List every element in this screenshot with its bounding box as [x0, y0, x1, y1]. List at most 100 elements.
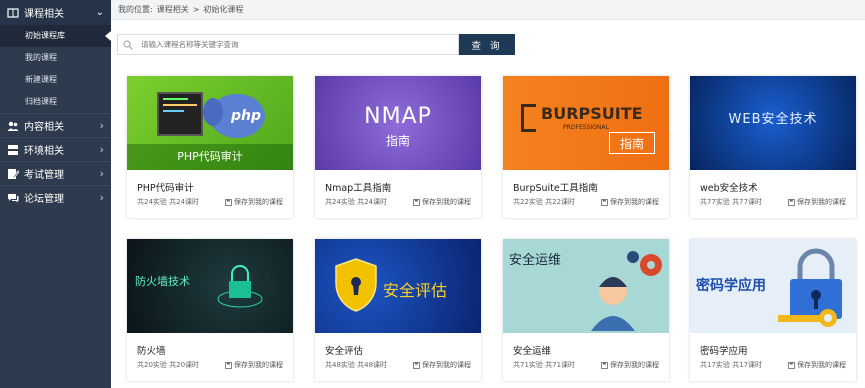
thumbnail-smallcaption: PROFESSIONAL	[563, 124, 609, 131]
sidebar: 课程相关 ⌄ 初始课程库 我的课程 新建课程 归档课程 内容相关 › 环境相关 …	[0, 0, 111, 388]
course-card-nmap[interactable]: NMAP 指南 Nmap工具指南 共24实验 共24课时 保存到我的课程	[315, 76, 481, 218]
save-label: 保存到我的课程	[234, 198, 283, 206]
course-title[interactable]: 密码学应用	[700, 343, 748, 357]
course-card-security-ops[interactable]: 安全运维 安全运维 共71实验 共71课时 保存到我的课程	[503, 239, 669, 381]
sidebar-item-label: 考试管理	[24, 170, 64, 181]
monitor-icon	[157, 92, 203, 136]
course-meta: 共17实验 共17课时	[700, 361, 763, 369]
thumbnail-caption: 密码学应用	[696, 278, 766, 294]
course-card-firewall[interactable]: 防火墙技术 防火墙 共20实验 共20课时 保存到我的课程	[127, 239, 293, 381]
course-title[interactable]: 安全评估	[325, 343, 363, 357]
book-icon	[7, 7, 19, 19]
course-thumbnail: php PHP代码审计	[127, 76, 293, 170]
thumbnail-subcaption: 指南	[609, 132, 655, 154]
save-label: 保存到我的课程	[610, 198, 659, 206]
course-thumbnail: 安全评估	[315, 239, 481, 333]
elephant-icon: php	[203, 94, 265, 138]
course-meta: 共24实验 共24课时	[137, 198, 200, 206]
sidebar-section-courses[interactable]: 课程相关 ⌄	[0, 0, 111, 25]
sidebar-item-my-courses[interactable]: 我的课程	[0, 47, 111, 69]
save-label: 保存到我的课程	[422, 361, 471, 369]
save-label: 保存到我的课程	[234, 361, 283, 369]
course-card-php[interactable]: php PHP代码审计 PHP代码审计 共24实验 共24课时 保存到我的课程	[127, 76, 293, 218]
course-card-security-assessment[interactable]: 安全评估 安全评估 共48实验 共48课时 保存到我的课程	[315, 239, 481, 381]
sidebar-item-label: 内容相关	[24, 122, 64, 133]
sidebar-item-archived[interactable]: 归档课程	[0, 91, 111, 113]
course-card-web-security[interactable]: WEB安全技术 web安全技术 共77实验 共77课时 保存到我的课程	[690, 76, 856, 218]
save-to-my-courses-link[interactable]: 保存到我的课程	[788, 360, 846, 370]
course-thumbnail: NMAP 指南	[315, 76, 481, 170]
chevron-down-icon: ⌄	[95, 7, 104, 18]
save-to-my-courses-link[interactable]: 保存到我的课程	[225, 360, 283, 370]
search-input[interactable]	[139, 39, 458, 50]
course-title[interactable]: 防火墙	[137, 343, 166, 357]
save-to-my-courses-link[interactable]: 保存到我的课程	[225, 197, 283, 207]
course-title[interactable]: PHP代码审计	[137, 180, 194, 194]
sidebar-item-content[interactable]: 内容相关 ›	[0, 113, 111, 137]
course-meta: 共20实验 共20课时	[137, 361, 200, 369]
sidebar-item-exam[interactable]: 考试管理 ›	[0, 161, 111, 185]
course-meta: 共71实验 共71课时	[513, 361, 576, 369]
burp-logo-icon	[521, 104, 536, 132]
breadcrumb-link-courses[interactable]: 课程相关	[157, 4, 189, 15]
breadcrumb-separator: >	[192, 5, 200, 14]
breadcrumb: 我的位置: 课程相关 > 初始化课程	[111, 0, 865, 20]
course-title[interactable]: BurpSuite工具指南	[513, 180, 598, 194]
course-thumbnail: 安全运维	[503, 239, 669, 333]
chevron-right-icon: ›	[99, 119, 104, 132]
svg-text:php: php	[230, 108, 261, 124]
save-icon	[225, 361, 232, 369]
course-title[interactable]: 安全运维	[513, 343, 551, 357]
sidebar-item-environment[interactable]: 环境相关 ›	[0, 137, 111, 161]
sidebar-section-label: 课程相关	[24, 9, 64, 20]
save-to-my-courses-link[interactable]: 保存到我的课程	[788, 197, 846, 207]
sidebar-item-label: 环境相关	[24, 146, 64, 157]
save-icon	[225, 198, 232, 206]
shield-icon	[335, 258, 377, 312]
course-meta: 共22实验 共22课时	[513, 198, 576, 206]
chevron-right-icon: ›	[99, 143, 104, 156]
users-icon	[7, 120, 19, 132]
thumbnail-caption: 防火墙技术	[135, 275, 190, 288]
sidebar-item-forum[interactable]: 论坛管理 ›	[0, 185, 111, 209]
query-button[interactable]: 查 询	[459, 34, 515, 55]
save-icon	[601, 198, 608, 206]
course-card-cryptography[interactable]: 密码学应用 密码学应用 共17实验 共17课时 保存到我的课程	[690, 239, 856, 381]
course-meta: 共48实验 共48课时	[325, 361, 388, 369]
thumbnail-caption: WEB安全技术	[728, 112, 818, 127]
sidebar-item-initial-library[interactable]: 初始课程库	[0, 25, 111, 47]
thumbnail-caption: 安全评估	[383, 281, 448, 300]
save-to-my-courses-link[interactable]: 保存到我的课程	[601, 360, 659, 370]
thumbnail-caption: NMAP	[364, 104, 432, 129]
padlock-key-icon	[778, 248, 842, 327]
chevron-right-icon: ›	[99, 167, 104, 180]
save-icon	[601, 361, 608, 369]
course-thumbnail: 密码学应用	[690, 239, 856, 333]
thumbnail-caption: BURPSUITE	[541, 104, 643, 123]
save-label: 保存到我的课程	[610, 361, 659, 369]
course-meta: 共77实验 共77课时	[700, 198, 763, 206]
course-title[interactable]: web安全技术	[700, 180, 758, 194]
save-icon	[413, 361, 420, 369]
course-meta: 共24实验 共24课时	[325, 198, 388, 206]
breadcrumb-prefix: 我的位置:	[118, 5, 153, 14]
lock-icon	[217, 265, 263, 308]
course-thumbnail: 防火墙技术	[127, 239, 293, 333]
save-icon	[788, 361, 795, 369]
save-to-my-courses-link[interactable]: 保存到我的课程	[413, 360, 471, 370]
save-icon	[788, 198, 795, 206]
search-box	[117, 34, 459, 55]
save-label: 保存到我的课程	[797, 198, 846, 206]
chat-icon	[7, 192, 19, 204]
course-title[interactable]: Nmap工具指南	[325, 180, 391, 194]
save-label: 保存到我的课程	[422, 198, 471, 206]
save-to-my-courses-link[interactable]: 保存到我的课程	[601, 197, 659, 207]
course-card-burpsuite[interactable]: BURPSUITE PROFESSIONAL 指南 BurpSuite工具指南 …	[503, 76, 669, 218]
thumbnail-caption: PHP代码审计	[127, 144, 293, 170]
chevron-right-icon: ›	[99, 191, 104, 204]
search-icon	[123, 39, 133, 50]
save-to-my-courses-link[interactable]: 保存到我的课程	[413, 197, 471, 207]
save-icon	[413, 198, 420, 206]
engineer-gears-icon	[591, 251, 662, 331]
sidebar-item-new-course[interactable]: 新建课程	[0, 69, 111, 91]
